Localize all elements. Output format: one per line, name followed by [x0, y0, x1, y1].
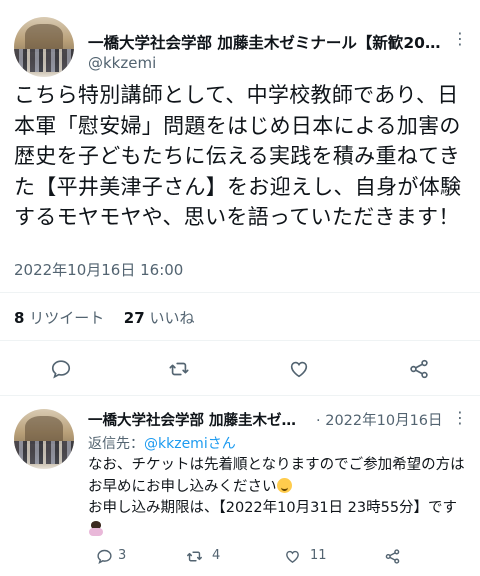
retweets-label[interactable]: リツイート [29, 309, 104, 327]
reply-to-label: 返信先： [88, 436, 144, 452]
reply-more-options-icon[interactable]: ⋮ [452, 410, 468, 426]
reply-reply-icon[interactable] [96, 548, 113, 565]
author-handle[interactable]: @kkzemi [88, 54, 156, 72]
share-icon[interactable] [408, 358, 430, 380]
reply-retweet-icon[interactable] [186, 548, 203, 565]
reply-like-icon[interactable] [284, 548, 301, 565]
reply-text-line1: なお、チケットは先着順となりますのでご参加希望の方はお早めにお申し込みください [88, 457, 465, 495]
tweet-stats: 8 リツイート 27 いいね [14, 307, 194, 328]
avatar-photo-group [14, 49, 74, 73]
divider [0, 292, 480, 293]
reply-to-handle[interactable]: @kkzemiさん [144, 436, 236, 452]
avatar-photo-arch [24, 24, 64, 52]
avatar-photo-group [14, 441, 74, 465]
bowing-person-emoji-icon [88, 520, 104, 537]
reply-date[interactable]: · 2022年10月16日 [316, 409, 443, 430]
avatar-photo-arch [24, 416, 64, 444]
divider [0, 340, 480, 341]
reply-text: なお、チケットは先着順となりますのでご参加希望の方はお早めにお申し込みください … [88, 455, 474, 541]
retweet-icon[interactable] [168, 358, 190, 380]
reply-retweet-count: 4 [212, 548, 221, 563]
reply-icon[interactable] [50, 358, 72, 380]
likes-count[interactable]: 27 [124, 309, 145, 327]
tweet-text: こちら特別講師として、中学校教師であり、日本軍「慰安婦」問題をはじめ日本による加… [14, 83, 462, 229]
reply-like-count: 11 [310, 548, 327, 563]
reply-reply-count: 3 [118, 548, 127, 563]
reply-text-line2: お申し込み期限は、【2022年10月31日 23時55分】です [88, 500, 458, 516]
retweets-count[interactable]: 8 [14, 309, 24, 327]
reply-share-icon[interactable] [384, 548, 401, 565]
more-options-icon[interactable]: ⋮ [452, 31, 468, 47]
like-icon[interactable] [288, 358, 310, 380]
author-name[interactable]: 一橋大学社会学部 加藤圭木ゼミナール【新歓20… [88, 31, 443, 53]
likes-label[interactable]: いいね [149, 309, 194, 327]
smile-emoji-icon [276, 477, 292, 493]
author-avatar[interactable] [14, 17, 74, 77]
reply-author-name[interactable]: 一橋大学社会学部 加藤圭木ゼ… [88, 409, 310, 430]
tweet-timestamp[interactable]: 2022年10月16日 16:00 [14, 259, 183, 280]
reply-to-line: 返信先：@kkzemiさん [88, 433, 236, 453]
divider [0, 395, 480, 396]
reply-author-avatar[interactable] [14, 409, 74, 469]
